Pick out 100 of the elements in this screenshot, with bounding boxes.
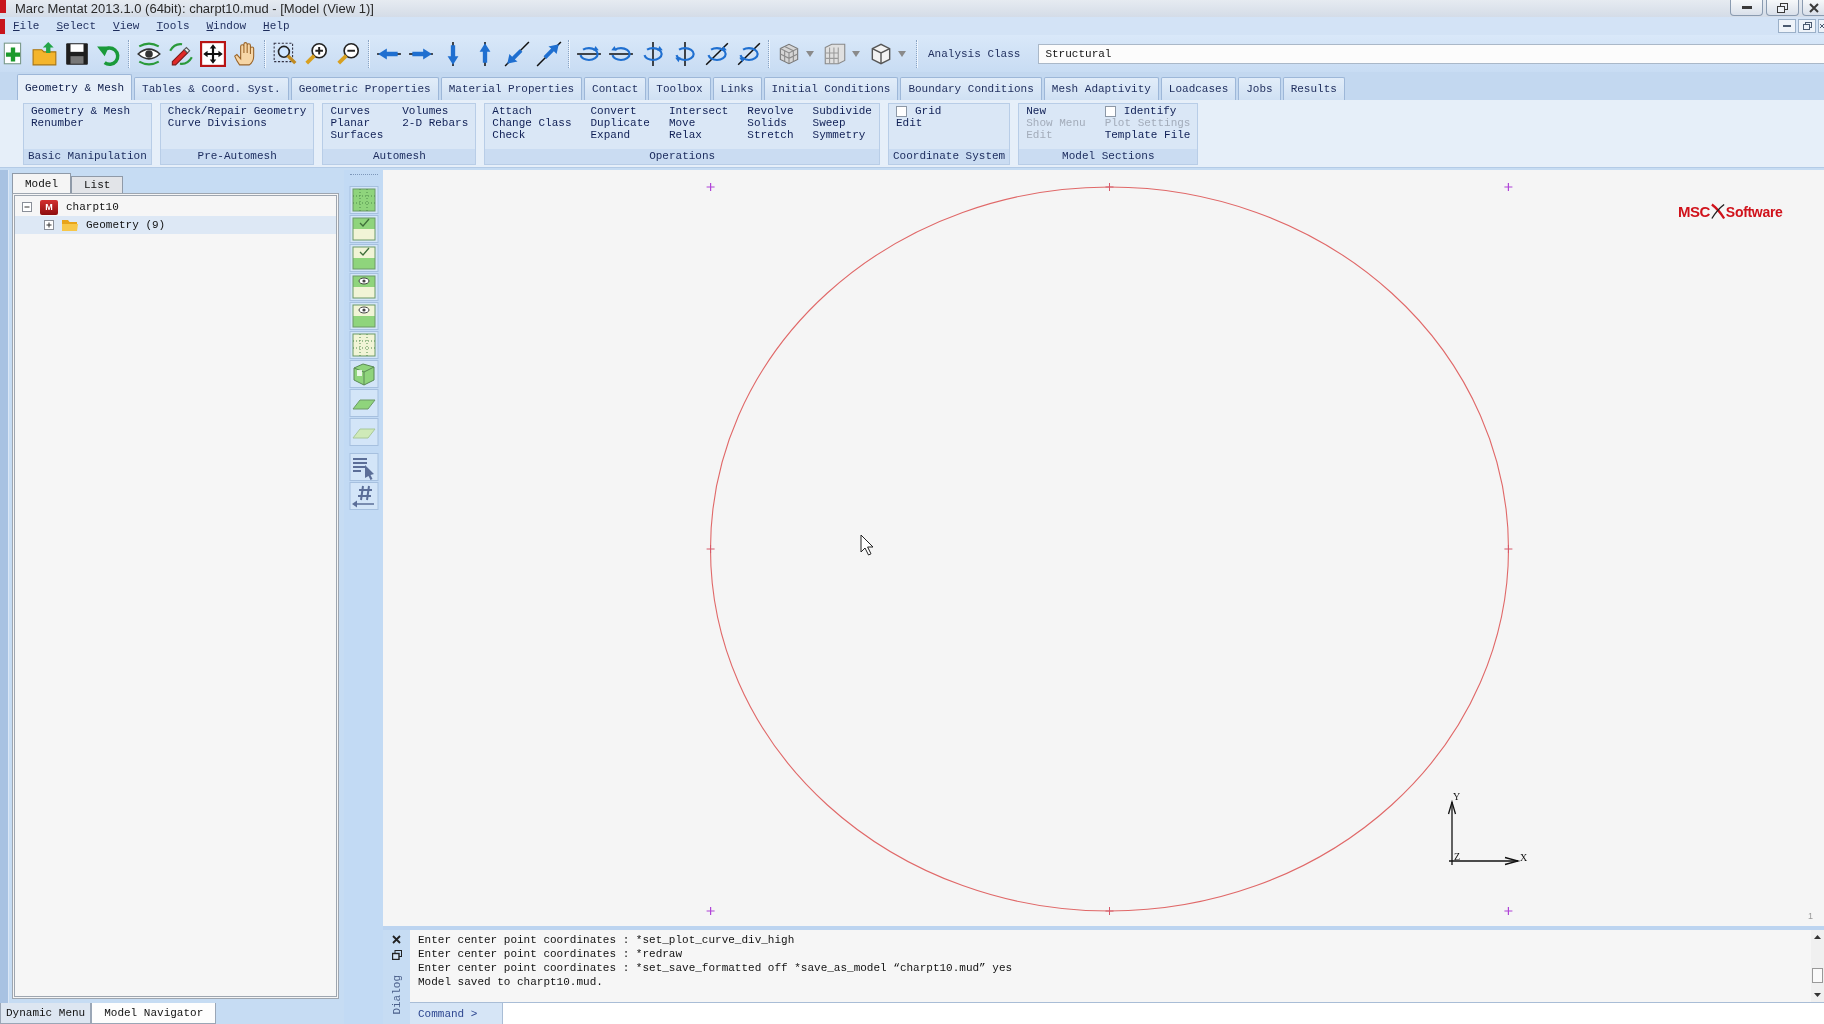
group-label: Coordinate System (889, 149, 1010, 164)
menu-item[interactable]: Help (263, 20, 290, 32)
dialog-label[interactable]: Dialog (390, 975, 403, 1015)
zoom-box-icon[interactable] (272, 40, 298, 67)
pencil-icon[interactable] (168, 40, 194, 67)
ribbon-command[interactable]: Check/Repair Geometry (167, 105, 307, 117)
zoom-out-icon[interactable] (336, 40, 362, 67)
tab[interactable]: Links (712, 77, 762, 100)
analysis-class-field[interactable]: Structural (1038, 43, 1824, 64)
ribbon-command[interactable]: Edit (896, 117, 942, 129)
tab[interactable]: Boundary Conditions (900, 77, 1042, 100)
expand-icon[interactable] (44, 220, 54, 230)
checked-grid-icon[interactable] (347, 215, 380, 243)
ribbon-command[interactable]: Planar (330, 117, 384, 129)
empty-grid-icon[interactable] (347, 331, 380, 359)
menu-item[interactable]: Tools (156, 20, 190, 32)
ribbon-command[interactable]: Sweep (812, 117, 872, 129)
tab[interactable]: Jobs (1238, 77, 1281, 100)
panel-tab[interactable]: Dynamic Menu (0, 1003, 92, 1024)
ribbon-command[interactable]: Curves (330, 105, 384, 117)
tab[interactable]: Mesh Adaptivity (1043, 77, 1159, 100)
restore-icon[interactable] (391, 950, 402, 960)
group-label: Automesh (323, 149, 476, 164)
panel-tab[interactable]: List (71, 176, 124, 193)
point-marker (706, 544, 716, 554)
minimize-button[interactable] (1730, 0, 1763, 16)
rotate-icon[interactable] (672, 40, 698, 67)
list-pointer-icon[interactable] (347, 453, 380, 481)
menu-item[interactable]: Select (56, 20, 97, 32)
checked-grid-icon[interactable] (347, 244, 380, 272)
caret-icon[interactable] (898, 50, 906, 57)
collapse-icon[interactable] (22, 202, 32, 212)
tab[interactable]: Tables & Coord. Syst. (134, 77, 289, 100)
ribbon-command[interactable]: Surfaces (330, 129, 384, 141)
checkbox[interactable] (896, 105, 907, 117)
ribbon-command[interactable]: Move (668, 117, 729, 129)
checkbox-label[interactable]: Grid (915, 105, 942, 117)
tab[interactable]: Geometry & Mesh (17, 74, 133, 100)
rotate-icon[interactable] (640, 40, 666, 67)
close-button[interactable] (1818, 19, 1824, 33)
eye-icon[interactable] (136, 40, 162, 67)
tab[interactable]: Toolbox (648, 77, 711, 100)
restore-button[interactable] (1798, 19, 1816, 33)
ribbon-command[interactable]: Revolve (747, 105, 794, 117)
tree-item[interactable]: Geometry (9) (15, 216, 336, 234)
rotate-icon[interactable] (736, 40, 762, 67)
grid-icon[interactable] (347, 186, 380, 214)
ribbon-command[interactable]: Stretch (747, 129, 794, 141)
viewport[interactable]: Y Z X 1 MSC Software (383, 170, 1824, 926)
ribbon-command[interactable]: Renumber (31, 117, 131, 129)
tab[interactable]: Initial Conditions (763, 77, 899, 100)
ribbon-command[interactable]: Template File (1104, 129, 1191, 141)
ribbon-command[interactable]: Attach (492, 105, 572, 117)
tree-item[interactable]: M charpt10 (15, 198, 125, 216)
menu-item[interactable]: View (113, 20, 140, 32)
checkbox-label[interactable]: Identify (1123, 105, 1177, 117)
restore-button[interactable] (1766, 0, 1799, 16)
ribbon-command[interactable]: Relax (668, 129, 729, 141)
close-button[interactable] (1802, 0, 1824, 16)
checkbox[interactable] (1104, 105, 1116, 117)
ribbon-command[interactable]: Subdivide (812, 105, 872, 117)
ribbon-command[interactable]: Convert (590, 105, 650, 117)
tab[interactable]: Results (1282, 77, 1345, 100)
ribbon-command[interactable]: Intersect (668, 105, 729, 117)
ribbon-command[interactable]: Expand (590, 129, 650, 141)
menu-item[interactable]: Window (206, 20, 247, 32)
four-arrows-icon[interactable] (200, 40, 226, 67)
open-folder-icon[interactable] (32, 40, 58, 67)
axis-label: Z (1454, 851, 1461, 862)
zoom-in-icon[interactable] (304, 40, 330, 67)
panel-tab[interactable]: Model Navigator (91, 1003, 217, 1024)
panel-tab[interactable]: Model (12, 173, 71, 193)
ribbon-command[interactable]: Solids (747, 117, 794, 129)
tab[interactable]: Loadcases (1160, 77, 1237, 100)
eye-grid-icon[interactable] (347, 302, 380, 330)
diagonal-arrow-icon[interactable] (504, 40, 530, 67)
scrollbar[interactable] (1811, 930, 1824, 1002)
diagonal-arrow-icon[interactable] (536, 40, 562, 67)
ribbon-command[interactable]: Volumes (402, 105, 469, 117)
caret-icon[interactable] (852, 50, 860, 57)
ribbon-command[interactable]: Duplicate (590, 117, 650, 129)
ribbon-command[interactable]: Curve Divisions (167, 117, 307, 129)
ribbon-command[interactable]: Change Class (492, 117, 572, 129)
ribbon-command[interactable]: Check (492, 129, 572, 141)
command-field[interactable] (502, 1003, 1824, 1024)
eye-grid-icon[interactable] (347, 273, 380, 301)
close-icon[interactable] (392, 935, 401, 944)
ribbon-command[interactable]: Geometry & Mesh (31, 105, 131, 117)
ribbon-command[interactable]: Symmetry (812, 129, 872, 141)
rotate-icon[interactable] (704, 40, 730, 67)
menu-item[interactable]: File (13, 20, 40, 32)
ribbon-command[interactable]: New (1026, 105, 1086, 117)
ribbon-command[interactable]: 2-D Rebars (402, 117, 469, 129)
caret-icon[interactable] (806, 50, 814, 57)
tab[interactable]: Material Properties (440, 77, 583, 100)
tab[interactable]: Geometric Properties (290, 77, 439, 100)
cube-icon[interactable] (347, 360, 380, 388)
tab[interactable]: Contact (584, 77, 647, 100)
minimize-button[interactable] (1778, 19, 1796, 33)
save-icon[interactable] (64, 40, 90, 67)
